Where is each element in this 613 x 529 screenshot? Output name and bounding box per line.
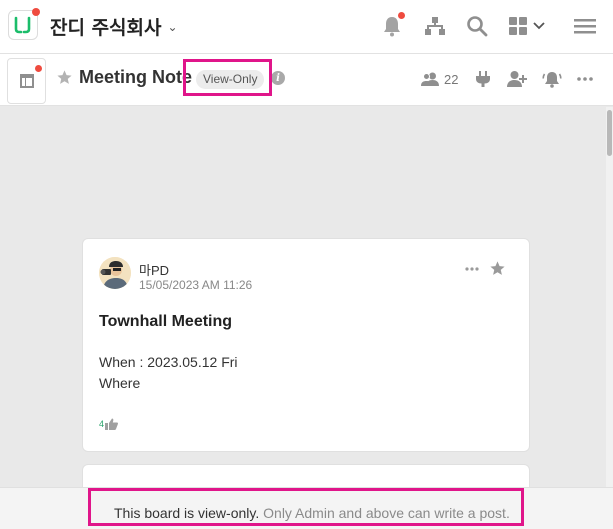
topic-panel-toggle[interactable] [7,58,46,104]
invite-member-button[interactable] [507,68,527,90]
main-menu-button[interactable] [572,13,598,39]
more-horizontal-icon [577,77,593,81]
avatar[interactable] [99,257,131,289]
topic-header: Meeting Note View-Only i 22 [0,54,613,106]
post-more-icon[interactable] [465,267,479,271]
avatar-image [99,257,131,289]
org-chart-button[interactable] [422,13,448,39]
topic-title: Meeting Note [79,67,193,87]
scrollbar-thumb[interactable] [607,110,612,156]
post-body-line: When : 2023.05.12 Fri [99,354,238,370]
thumbs-up-icon [105,418,119,430]
apps-menu-button[interactable] [508,13,552,39]
info-icon[interactable]: i [271,71,285,85]
highlight-box-badge [183,59,272,96]
topic-notification-button[interactable] [542,68,562,90]
scrollbar-track[interactable] [606,107,613,487]
like-count: 4 [99,419,105,429]
plug-icon [476,71,490,87]
like-button[interactable]: 4 [99,418,119,430]
chevron-down-icon: ⌄ [167,19,178,34]
post-card[interactable] [82,464,530,487]
search-button[interactable] [464,13,490,39]
more-options-button[interactable] [577,68,593,90]
add-user-icon [507,71,527,87]
alarm-bell-icon [542,72,562,88]
members-icon [421,72,439,86]
bookmark-star-icon[interactable] [489,260,506,277]
jandi-logo-icon [14,16,31,34]
post-card[interactable]: 마PD 15/05/2023 AM 11:26 Townhall Meeting… [82,238,530,452]
company-name: 잔디 주식회사 [50,17,162,39]
highlight-box-notice [88,488,524,526]
chevron-down-icon [533,22,545,30]
org-chart-icon [425,17,445,35]
post-author[interactable]: 마PD [139,260,169,279]
team-switcher[interactable]: 잔디 주식회사 ⌄ [50,13,178,40]
panel-layout-icon [19,74,34,88]
jandi-logo[interactable] [8,8,40,40]
panel-notification-dot [35,65,42,72]
board-feed[interactable]: 마PD 15/05/2023 AM 11:26 Townhall Meeting… [7,107,606,487]
post-date: 15/05/2023 AM 11:26 [139,278,253,292]
apps-grid-icon [509,17,527,35]
bell-notification-dot [398,12,405,19]
post-title[interactable]: Townhall Meeting [99,313,232,331]
notification-bell-button[interactable] [379,12,405,39]
logo-notification-dot [32,8,40,16]
post-body-line: Where [99,375,141,391]
members-button[interactable]: 22 [421,68,458,90]
favorite-star-icon[interactable] [56,69,73,86]
menu-icon [574,19,596,34]
member-count: 22 [444,71,459,87]
app-top-bar: 잔디 주식회사 ⌄ [0,0,613,54]
search-icon [467,16,488,37]
integration-button[interactable] [475,68,491,90]
